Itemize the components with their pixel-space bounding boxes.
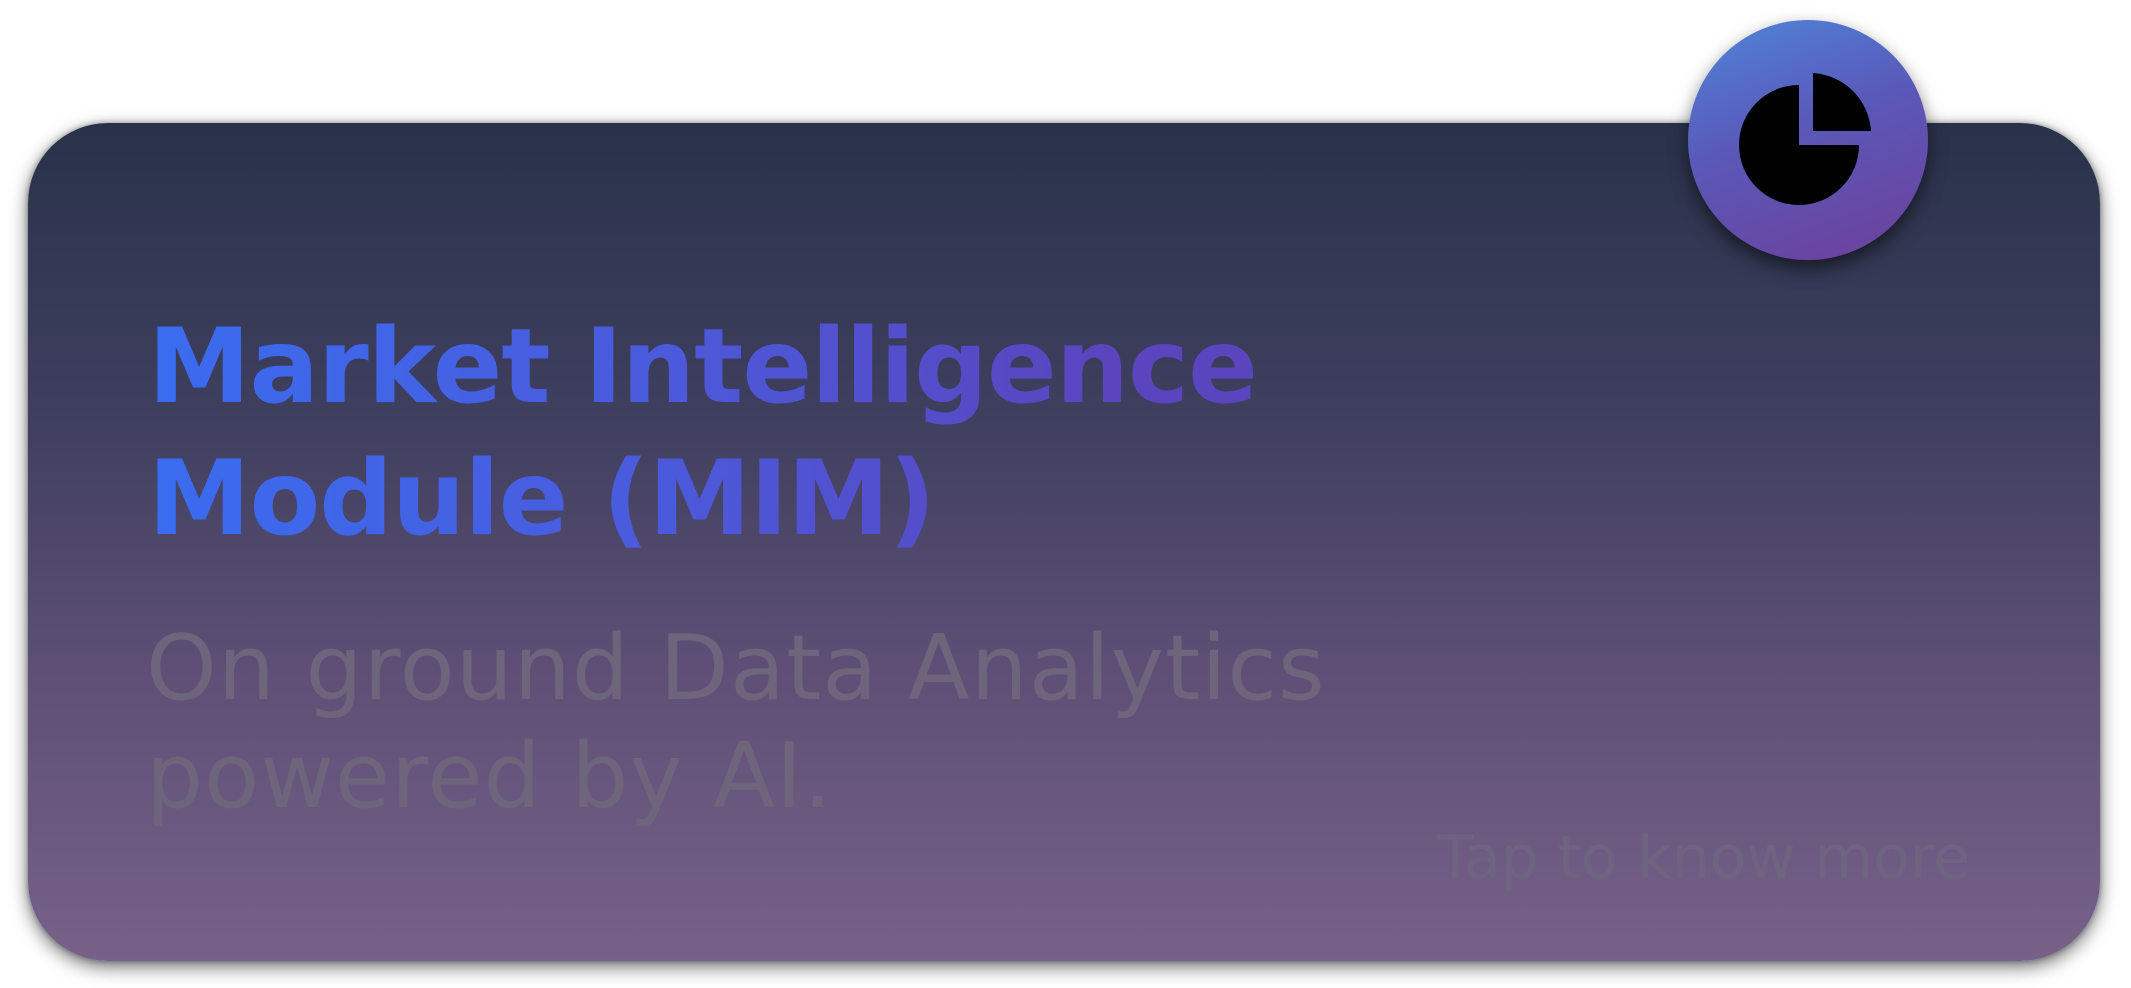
card-subtitle: On ground Data Analytics powered by AI. [146, 615, 1326, 831]
card-title-line-2: Module (MIM) [148, 439, 935, 559]
pie-chart-icon [1739, 73, 1871, 205]
card-title-line-1: Market Intelligence [148, 307, 1257, 427]
card-subtitle-line-2: powered by AI. [146, 724, 834, 829]
tap-to-know-more-link[interactable]: Tap to know more [1437, 823, 1970, 893]
page: Market Intelligence Module (MIM) On grou… [0, 0, 2131, 988]
card-subtitle-line-1: On ground Data Analytics [146, 616, 1326, 721]
card-title: Market Intelligence Module (MIM) [148, 301, 1257, 565]
pie-chart-slice [1813, 73, 1871, 131]
card-badge [1688, 20, 1928, 260]
